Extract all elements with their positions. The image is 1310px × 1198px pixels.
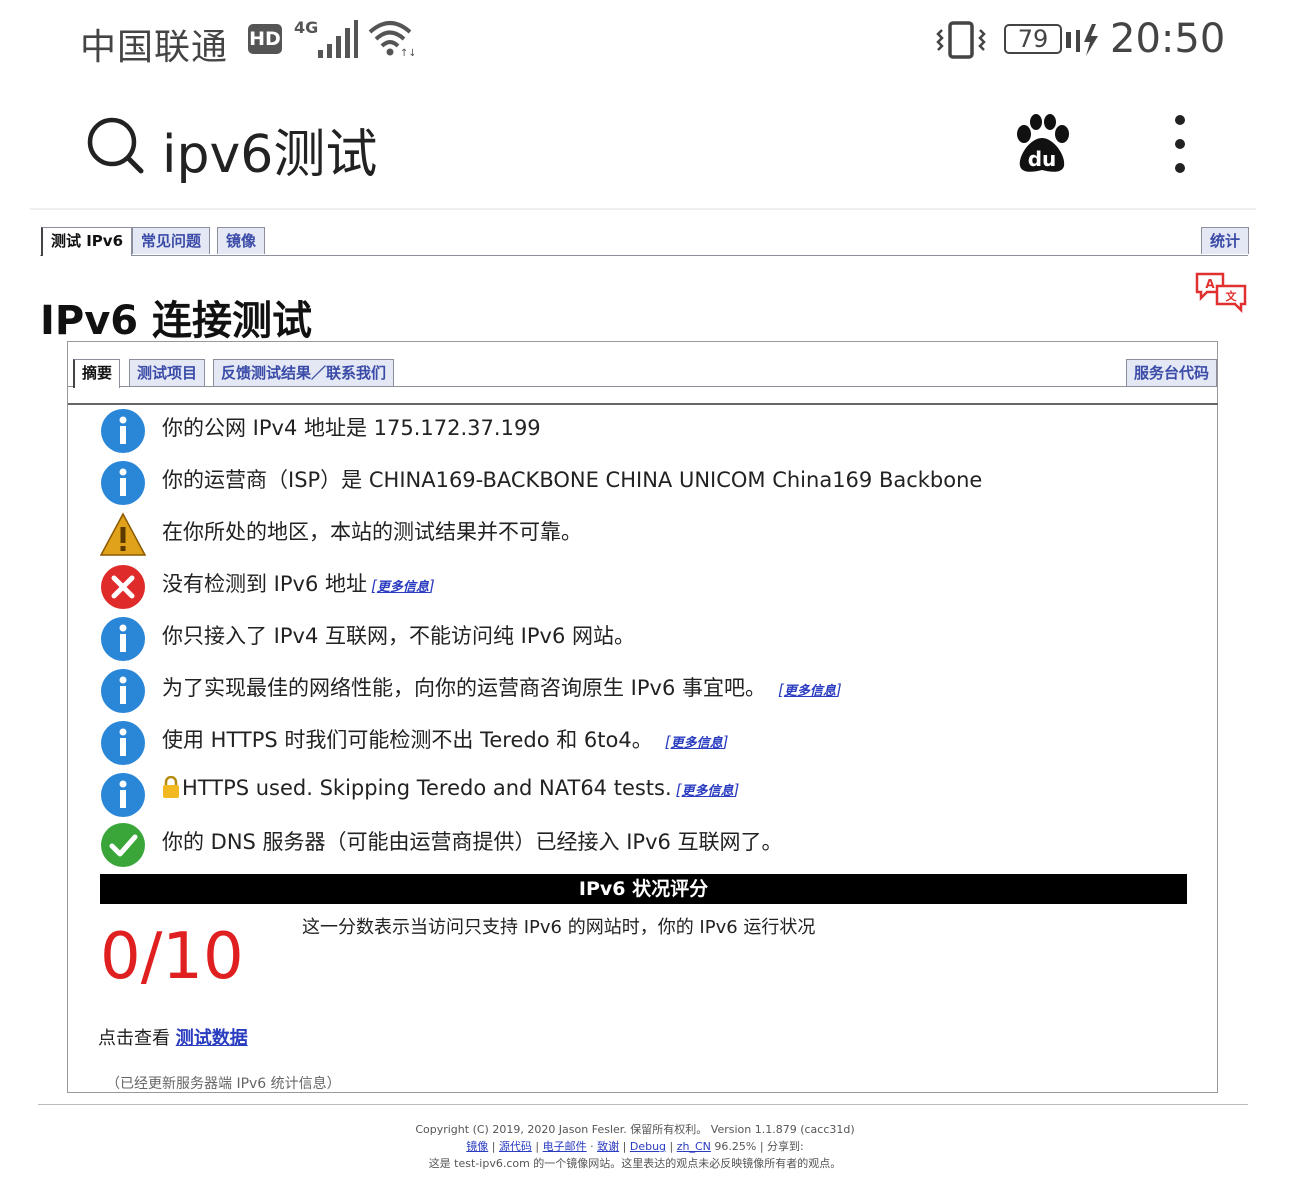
lock-icon <box>163 776 179 798</box>
more-info-link[interactable]: 更多信息 <box>671 736 723 751</box>
hd-badge: HD <box>248 24 282 54</box>
svg-text:A: A <box>1205 277 1215 291</box>
signal-icon <box>318 20 358 58</box>
info-icon <box>101 409 145 453</box>
result-row: 你只接入了 IPv4 互联网，不能访问纯 IPv6 网站。 <box>100 616 1180 664</box>
battery-tip <box>1066 32 1071 48</box>
footer-locale[interactable]: zh_CN <box>677 1140 711 1153</box>
footer-link-email[interactable]: 电子邮件 <box>543 1140 587 1153</box>
footer-share: 分享到: <box>767 1140 804 1153</box>
wifi-icon: ↑↓ <box>368 21 414 58</box>
result-row: 你的公网 IPv4 地址是 175.172.37.199 <box>100 408 1180 456</box>
tab-feedback[interactable]: 反馈测试结果／联系我们 <box>213 359 395 386</box>
result-text: 你的 DNS 服务器（可能由运营商提供）已经接入 IPv6 互联网了。 <box>162 830 783 854</box>
footer-percent: 96.25% <box>714 1140 757 1153</box>
footer-link-debug[interactable]: Debug <box>630 1140 666 1153</box>
baidu-logo-icon[interactable]: du <box>1010 112 1074 176</box>
search-icon[interactable] <box>86 116 144 174</box>
result-row: 没有检测到 IPv6 地址 [更多信息] <box>100 564 1180 612</box>
result-text: 在你所处的地区，本站的测试结果并不可靠。 <box>162 520 582 544</box>
page-title: IPv6 连接测试 <box>40 298 313 344</box>
footer-link-source[interactable]: 源代码 <box>499 1140 532 1153</box>
result-row: 你的运营商（ISP）是 CHINA169-BACKBONE CHINA UNIC… <box>100 460 1180 508</box>
info-icon <box>101 669 145 713</box>
error-icon <box>101 565 145 609</box>
info-icon <box>101 461 145 505</box>
stats-updated-note: （已经更新服务器端 IPv6 统计信息） <box>106 1076 341 1092</box>
tabs-baseline <box>40 255 1248 256</box>
more-info-link-wrapper: [更多信息] <box>371 577 435 595</box>
tab-faq[interactable]: 常见问题 <box>132 227 211 254</box>
tab-mirrors[interactable]: 镜像 <box>217 227 266 254</box>
tab-test-ipv6[interactable]: 测试 IPv6 <box>41 227 133 256</box>
charging-icon <box>1076 24 1098 56</box>
view-data-prefix: 点击查看 <box>98 1028 170 1049</box>
panel-divider <box>68 403 1218 405</box>
more-info-link-wrapper: [更多信息] <box>664 733 729 751</box>
footer-divider <box>38 1104 1248 1105</box>
score-value: 0/10 <box>100 920 244 994</box>
score-description: 这一分数表示当访问只支持 IPv6 的网站时，你的 IPv6 运行状况 <box>302 917 816 938</box>
result-row: 你的 DNS 服务器（可能由运营商提供）已经接入 IPv6 互联网了。 <box>100 822 1180 870</box>
footer-link-mirrors[interactable]: 镜像 <box>466 1140 488 1153</box>
more-menu-icon[interactable] <box>1166 112 1194 176</box>
tab-helpdesk-code[interactable]: 服务台代码 <box>1126 359 1218 386</box>
info-icon <box>101 773 145 817</box>
result-text: HTTPS used. Skipping Teredo and NAT64 te… <box>182 776 672 800</box>
info-icon <box>101 721 145 765</box>
translate-icon[interactable]: A 文 <box>1193 270 1249 314</box>
vibrate-icon <box>936 21 986 59</box>
result-text: 你的公网 IPv4 地址是 175.172.37.199 <box>162 416 541 440</box>
more-info-link[interactable]: 更多信息 <box>784 684 836 699</box>
tab-summary[interactable]: 摘要 <box>73 359 121 388</box>
footer-mirror-note: 这是 test-ipv6.com 的一个镜像网站。这里表达的观点未必反映镜像所有… <box>428 1157 842 1170</box>
result-row: HTTPS used. Skipping Teredo and NAT64 te… <box>100 772 1180 820</box>
score-header: IPv6 状况评分 <box>100 874 1187 904</box>
result-text: 为了实现最佳的网络性能，向你的运营商咨询原生 IPv6 事宜吧。 <box>162 676 766 700</box>
more-info-link-wrapper: [更多信息] <box>778 681 842 699</box>
checkmark-icon <box>101 823 145 867</box>
tab-stats[interactable]: 统计 <box>1201 227 1250 254</box>
more-info-link[interactable]: 更多信息 <box>682 784 734 799</box>
divider <box>30 208 1256 210</box>
result-text: 你只接入了 IPv4 互联网，不能访问纯 IPv6 网站。 <box>162 624 635 648</box>
footer-copyright: Copyright (C) 2019, 2020 Jason Fesler. 保… <box>415 1123 855 1136</box>
result-text: 你的运营商（ISP）是 CHINA169-BACKBONE CHINA UNIC… <box>162 468 983 492</box>
carrier-name: 中国联通 <box>80 27 229 68</box>
more-info-link-wrapper: [更多信息] <box>675 781 740 799</box>
result-row: 在你所处的地区，本站的测试结果并不可靠。 <box>100 512 1180 560</box>
footer-links: 镜像 | 源代码 | 电子邮件 · 致谢 | Debug | zh_CN 96.… <box>466 1140 804 1153</box>
svg-text:文: 文 <box>1226 289 1238 303</box>
clock: 20:50 <box>1110 16 1226 62</box>
info-icon <box>101 617 145 661</box>
more-info-link[interactable]: 更多信息 <box>377 580 429 595</box>
battery-level: 79 <box>1004 24 1062 54</box>
svg-text:↑↓: ↑↓ <box>400 48 414 58</box>
network-type: 4G <box>294 18 319 37</box>
result-text: 使用 HTTPS 时我们可能检测不出 Teredo 和 6to4。 <box>162 728 653 752</box>
result-row: 为了实现最佳的网络性能，向你的运营商咨询原生 IPv6 事宜吧。 [更多信息] <box>100 668 1180 716</box>
search-query[interactable]: ipv6测试 <box>162 112 377 187</box>
result-row: 使用 HTTPS 时我们可能检测不出 Teredo 和 6to4。 [更多信息] <box>100 720 1180 768</box>
warning-icon <box>100 512 146 556</box>
test-data-link[interactable]: 测试数据 <box>176 1028 248 1049</box>
footer-link-thanks[interactable]: 致谢 <box>597 1140 619 1153</box>
view-test-data: 点击查看 测试数据 <box>98 1024 248 1050</box>
result-text: 没有检测到 IPv6 地址 <box>162 572 367 596</box>
svg-text:du: du <box>1028 147 1057 171</box>
tab-tests[interactable]: 测试项目 <box>129 359 206 386</box>
